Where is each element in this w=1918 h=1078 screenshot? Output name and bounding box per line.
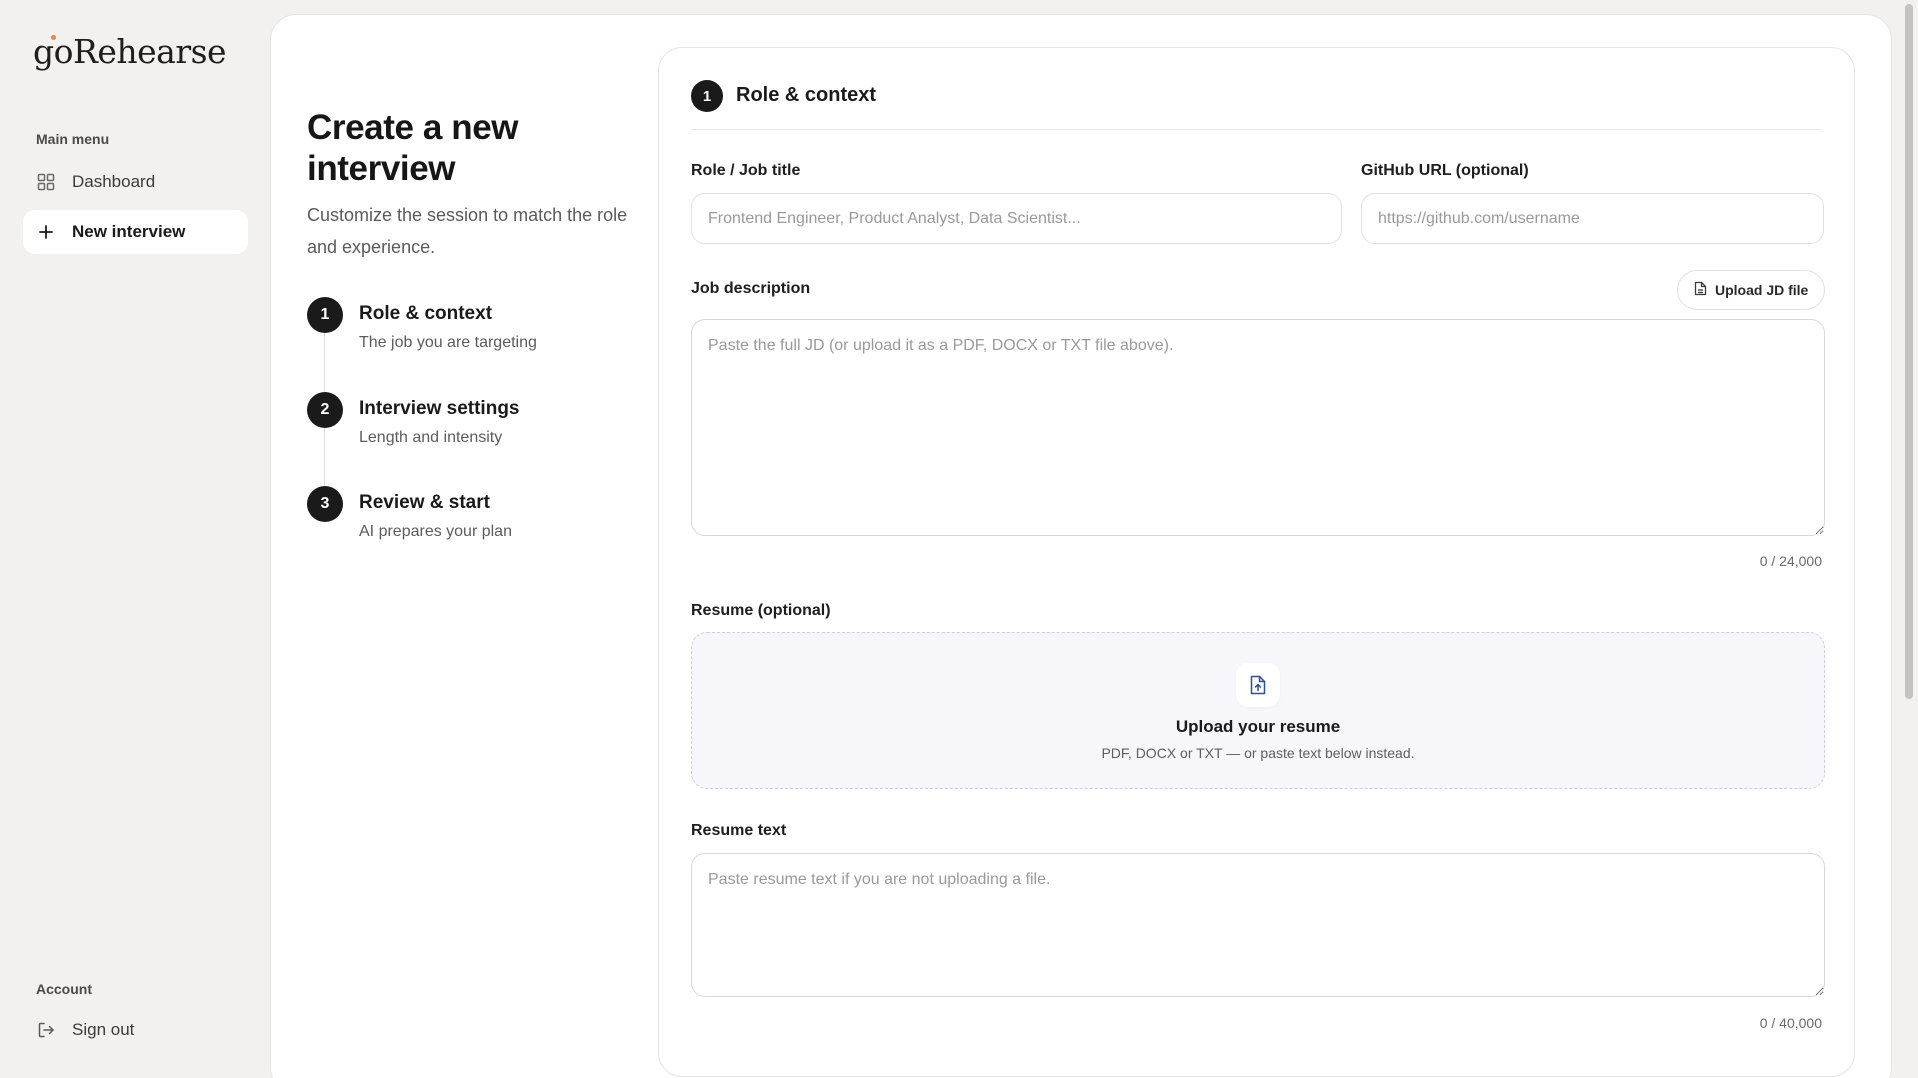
step-number: 1: [307, 297, 343, 333]
step-title: Role & context: [359, 303, 493, 324]
logo-accent-dot: [51, 35, 56, 40]
main-menu-label: Main menu: [36, 131, 110, 147]
sidebar-item-label: Dashboard: [72, 172, 156, 191]
step-desc: AI prepares your plan: [359, 523, 512, 540]
step-desc: Length and intensity: [359, 429, 503, 446]
role-label: Role / Job title: [691, 162, 801, 179]
role-input[interactable]: [691, 193, 1342, 244]
resume-text-label: Resume text: [691, 822, 787, 839]
role-context-card: 1 Role & context Role / Job title GitHub…: [658, 47, 1855, 1077]
step-title: Interview settings: [359, 398, 520, 419]
account-label: Account: [36, 981, 92, 997]
sidebar-item-new-interview[interactable]: New interview: [23, 210, 248, 254]
step-role-context[interactable]: 1 Role & context The job you are targeti…: [307, 297, 637, 367]
job-description-textarea[interactable]: [691, 319, 1825, 536]
main-panel: Create a new interview Customize the ses…: [270, 14, 1892, 1078]
card-step-number: 1: [691, 80, 723, 112]
resume-label: Resume (optional): [691, 602, 831, 619]
dropzone-title: Upload your resume: [1175, 717, 1341, 736]
resume-dropzone[interactable]: Upload your resume PDF, DOCX or TXT — or…: [691, 632, 1825, 789]
dropzone-subtitle: PDF, DOCX or TXT — or paste text below i…: [1101, 745, 1415, 761]
sidebar-item-dashboard[interactable]: Dashboard: [23, 160, 248, 204]
resume-text-textarea[interactable]: [691, 853, 1825, 997]
card-header: 1 Role & context: [691, 80, 1822, 130]
upload-jd-label: Upload JD file: [1715, 282, 1809, 298]
sign-out-button[interactable]: Sign out: [23, 1008, 248, 1052]
sidebar-item-label: New interview: [72, 222, 186, 241]
plus-icon: [36, 222, 56, 242]
jd-char-counter: 0 / 24,000: [1759, 553, 1822, 569]
sign-out-label: Sign out: [72, 1020, 135, 1039]
logo[interactable]: goRehearse: [33, 32, 227, 71]
page-title: Create a new interview: [307, 108, 519, 188]
page-subtitle: Customize the session to match the role …: [307, 205, 628, 257]
card-title: Role & context: [736, 84, 877, 106]
step-number: 3: [307, 486, 343, 522]
step-number: 2: [307, 392, 343, 428]
logo-text: goRehearse: [33, 32, 227, 71]
grid-icon: [36, 172, 56, 192]
step-review-start[interactable]: 3 Review & start AI prepares your plan: [307, 486, 637, 556]
file-icon: [1694, 281, 1707, 299]
step-interview-settings[interactable]: 2 Interview settings Length and intensit…: [307, 392, 637, 462]
github-label: GitHub URL (optional): [1361, 162, 1529, 179]
github-url-input[interactable]: [1361, 193, 1824, 244]
sign-out-icon: [36, 1020, 56, 1040]
page-scrollbar[interactable]: [1905, 4, 1913, 699]
step-title: Review & start: [359, 492, 490, 513]
resume-char-counter: 0 / 40,000: [1759, 1015, 1822, 1031]
upload-jd-button[interactable]: Upload JD file: [1677, 270, 1826, 310]
step-desc: The job you are targeting: [359, 334, 537, 351]
job-description-label: Job description: [691, 280, 811, 297]
file-upload-icon: [1236, 663, 1280, 707]
sidebar: goRehearse Main menu Dashboard New inter…: [0, 0, 270, 1078]
